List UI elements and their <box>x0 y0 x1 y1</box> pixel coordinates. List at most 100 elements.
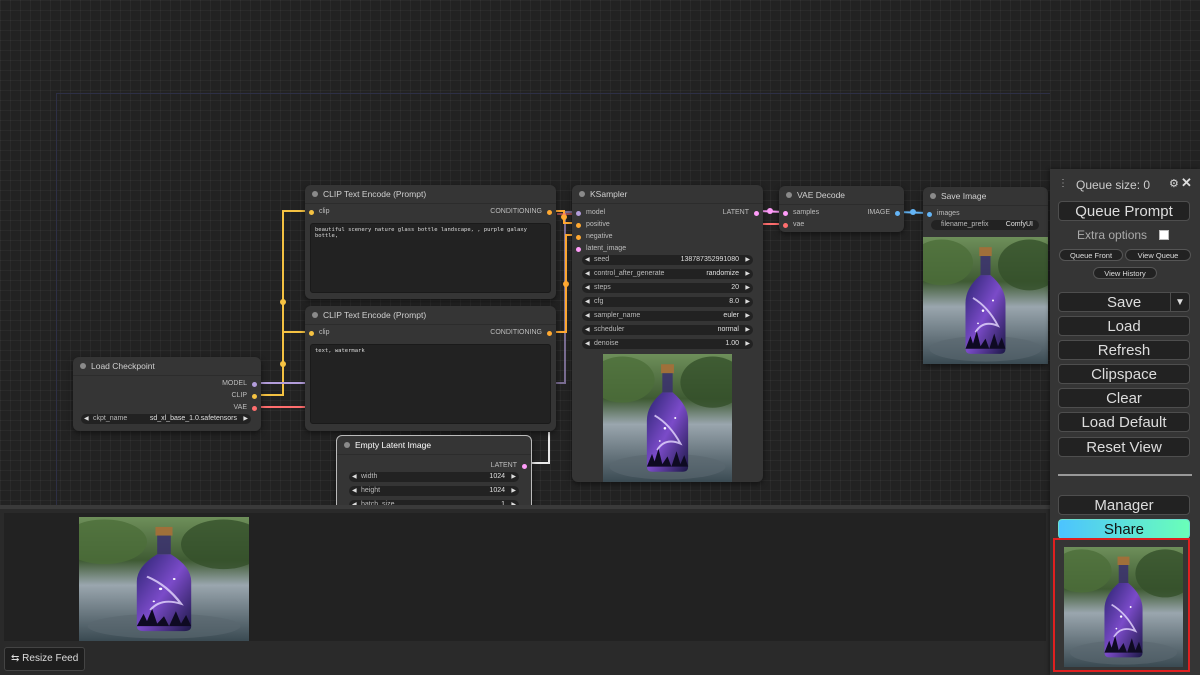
settings-gear-icon[interactable]: ⚙ <box>1169 177 1179 190</box>
manager-button[interactable]: Manager <box>1058 495 1190 515</box>
collapse-dot[interactable] <box>80 363 86 369</box>
scheduler-widget[interactable]: ◀ scheduler normal ▶ <box>582 325 753 335</box>
extra-options-checkbox[interactable] <box>1159 230 1169 240</box>
resize-feed-button[interactable]: ⇆ Resize Feed <box>4 647 86 671</box>
widget-value: 1.00 <box>725 340 739 347</box>
node-title[interactable]: Save Image <box>923 187 1048 206</box>
view-history-button[interactable]: View History <box>1093 267 1157 279</box>
feed-image[interactable] <box>79 517 249 641</box>
decrement-arrow-icon[interactable]: ◀ <box>585 297 590 307</box>
prompt-textarea[interactable]: text, watermark <box>310 344 551 424</box>
increment-arrow-icon[interactable]: ▶ <box>745 255 750 265</box>
decrement-arrow-icon[interactable]: ◀ <box>352 486 357 496</box>
width-widget[interactable]: ◀ width 1024 ▶ <box>349 472 519 482</box>
increment-arrow-icon[interactable]: ▶ <box>243 414 248 424</box>
widget-value: 20 <box>731 284 739 291</box>
positive-input-slot[interactable] <box>576 222 581 228</box>
decrement-arrow-icon[interactable]: ◀ <box>84 414 89 424</box>
load-default-button[interactable]: Load Default <box>1058 412 1190 432</box>
negative-input-slot[interactable] <box>576 234 581 240</box>
node-title[interactable]: VAE Decode <box>779 186 904 205</box>
increment-arrow-icon[interactable]: ▶ <box>745 325 750 335</box>
preview-image <box>603 354 732 482</box>
collapse-dot[interactable] <box>579 191 585 197</box>
increment-arrow-icon[interactable]: ▶ <box>745 283 750 293</box>
node-title[interactable]: KSampler <box>572 185 763 204</box>
drag-handle-icon[interactable]: ⋮ <box>1058 178 1068 189</box>
node-title[interactable]: CLIP Text Encode (Prompt) <box>305 185 556 204</box>
decrement-arrow-icon[interactable]: ◀ <box>352 472 357 482</box>
seed-widget[interactable]: ◀ seed 138787352991080 ▶ <box>582 255 753 265</box>
collapse-dot[interactable] <box>786 192 792 198</box>
height-widget[interactable]: ◀ height 1024 ▶ <box>349 486 519 496</box>
cfg-widget[interactable]: ◀ cfg 8.0 ▶ <box>582 297 753 307</box>
increment-arrow-icon[interactable]: ▶ <box>511 472 516 482</box>
model-output-slot[interactable] <box>252 381 257 387</box>
clip-input-slot[interactable] <box>309 330 314 336</box>
conditioning-output-slot[interactable] <box>547 209 552 215</box>
sampler-name-widget[interactable]: ◀ sampler_name euler ▶ <box>582 311 753 321</box>
filename-prefix-widget[interactable]: filename_prefix ComfyUI <box>931 220 1039 230</box>
latent-output-slot[interactable] <box>754 210 759 216</box>
images-input-slot[interactable] <box>927 211 932 217</box>
load-checkpoint-node[interactable]: Load Checkpoint MODEL CLIP VAE ◀ ckpt_na… <box>73 357 261 431</box>
decrement-arrow-icon[interactable]: ◀ <box>585 269 590 279</box>
vae-decode-node[interactable]: VAE Decode samples IMAGE vae <box>779 186 904 232</box>
clip-output-slot[interactable] <box>252 393 257 399</box>
model-input-slot[interactable] <box>576 210 581 216</box>
increment-arrow-icon[interactable]: ▶ <box>745 297 750 307</box>
save-button[interactable]: Save ▼ <box>1058 292 1190 312</box>
clip-text-encode-node-positive[interactable]: CLIP Text Encode (Prompt) clip CONDITION… <box>305 185 556 299</box>
image-output-slot[interactable] <box>895 210 900 216</box>
increment-arrow-icon[interactable]: ▶ <box>745 311 750 321</box>
vae-input-slot[interactable] <box>783 222 788 228</box>
decrement-arrow-icon[interactable]: ◀ <box>585 311 590 321</box>
clear-button[interactable]: Clear <box>1058 388 1190 408</box>
collapse-dot[interactable] <box>930 193 936 199</box>
increment-arrow-icon[interactable]: ▶ <box>511 486 516 496</box>
increment-arrow-icon[interactable]: ▶ <box>745 339 750 349</box>
widget-label: steps <box>594 284 611 291</box>
latent-image-input-slot[interactable] <box>576 246 581 252</box>
clip-input-slot[interactable] <box>309 209 314 215</box>
decrement-arrow-icon[interactable]: ◀ <box>585 339 590 349</box>
node-title[interactable]: Empty Latent Image <box>337 436 531 455</box>
decrement-arrow-icon[interactable]: ◀ <box>585 255 590 265</box>
decrement-arrow-icon[interactable]: ◀ <box>585 283 590 293</box>
save-image-node[interactable]: Save Image images filename_prefix ComfyU… <box>923 187 1048 364</box>
ksampler-node[interactable]: KSampler model LATENT positive negative … <box>572 185 763 482</box>
widget-value: 1024 <box>489 473 505 480</box>
refresh-button[interactable]: Refresh <box>1058 340 1190 360</box>
collapse-dot[interactable] <box>312 191 318 197</box>
increment-arrow-icon[interactable]: ▶ <box>745 269 750 279</box>
ckpt-name-combo[interactable]: ◀ ckpt_name sd_xl_base_1.0.safetensors ▶ <box>81 414 251 424</box>
samples-input-slot[interactable] <box>783 210 788 216</box>
collapse-dot[interactable] <box>312 312 318 318</box>
control-after-generate-widget[interactable]: ◀ control_after_generate randomize ▶ <box>582 269 753 279</box>
queue-prompt-button[interactable]: Queue Prompt <box>1058 201 1190 221</box>
collapse-dot[interactable] <box>344 442 350 448</box>
graph-canvas[interactable]: CLIP Text Encode (Prompt) clip CONDITION… <box>0 0 1200 517</box>
decrement-arrow-icon[interactable]: ◀ <box>585 325 590 335</box>
reset-view-button[interactable]: Reset View <box>1058 437 1190 457</box>
close-icon[interactable]: ✕ <box>1181 175 1192 191</box>
denoise-widget[interactable]: ◀ denoise 1.00 ▶ <box>582 339 753 349</box>
node-title[interactable]: Load Checkpoint <box>73 357 261 376</box>
clipspace-button[interactable]: Clipspace <box>1058 364 1190 384</box>
queue-front-button[interactable]: Queue Front <box>1059 249 1123 261</box>
share-button[interactable]: Share <box>1058 519 1190 539</box>
latest-image-thumbnail[interactable] <box>1064 547 1183 667</box>
saved-image-preview[interactable] <box>923 237 1048 364</box>
slot-label: MODEL <box>222 380 247 387</box>
clip-text-encode-node-negative[interactable]: CLIP Text Encode (Prompt) clip CONDITION… <box>305 306 556 431</box>
view-queue-button[interactable]: View Queue <box>1125 249 1191 261</box>
latent-output-slot[interactable] <box>522 463 527 469</box>
vae-output-slot[interactable] <box>252 405 257 411</box>
node-title[interactable]: CLIP Text Encode (Prompt) <box>305 306 556 325</box>
steps-widget[interactable]: ◀ steps 20 ▶ <box>582 283 753 293</box>
save-dropdown-arrow-icon[interactable]: ▼ <box>1170 293 1189 312</box>
load-button[interactable]: Load <box>1058 316 1190 336</box>
widget-value: euler <box>723 312 739 319</box>
prompt-textarea[interactable]: beautiful scenery nature glass bottle la… <box>310 223 551 293</box>
conditioning-output-slot[interactable] <box>547 330 552 336</box>
